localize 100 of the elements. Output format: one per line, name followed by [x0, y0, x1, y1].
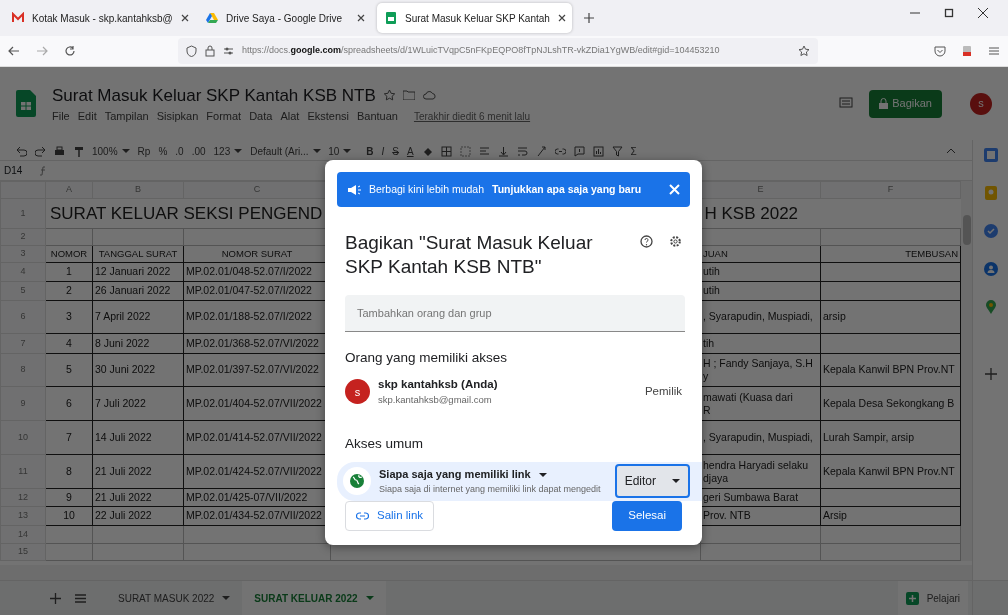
sheet-tab[interactable]: SURAT KELUAR 2022: [242, 581, 386, 615]
table-cell: MP.02.01/047-52.07/I/2022: [186, 284, 312, 297]
table-cell: 7: [66, 430, 72, 443]
table-cell: Prov. NTB: [703, 509, 751, 522]
table-cell: TANGGAL SURAT: [98, 247, 178, 259]
table-cell: 6: [66, 396, 72, 409]
access-description: Siapa saja di internet yang memiliki link dapat mengedit: [379, 482, 601, 496]
table-cell: 12 Januari 2022: [95, 265, 171, 278]
table-cell: 1: [66, 265, 72, 278]
copy-link-button[interactable]: Salin link: [345, 501, 435, 531]
toolbar-button[interactable]: .00: [191, 143, 206, 159]
menu-item[interactable]: Format: [206, 108, 242, 125]
table-cell: 30 Juni 2022: [95, 363, 156, 376]
toolbar-button[interactable]: 100%: [92, 143, 130, 159]
table-cell: Lurah Sampir, arsip: [823, 430, 915, 443]
table-cell: MP.02.01/397-52.07/VI/2022: [186, 363, 319, 376]
table-cell: TEMBUSAN: [905, 247, 958, 259]
toolbar-button[interactable]: Rp: [137, 143, 151, 159]
toolbar-button[interactable]: .0: [175, 143, 184, 159]
user-name: skp kantahksb (Anda): [378, 377, 498, 393]
table-cell: Arsip: [823, 509, 847, 522]
functions-button[interactable]: Σ: [630, 143, 637, 159]
table-cell: , Syarapudin, Muspiadi,: [703, 310, 813, 323]
menu-item[interactable]: Alat: [280, 108, 300, 125]
toolbar-button[interactable]: 123: [213, 143, 243, 159]
menu-item[interactable]: Tampilan: [104, 108, 149, 125]
row-number[interactable]: 10: [0, 420, 46, 455]
sheet-tab[interactable]: SURAT MASUK 2022: [106, 581, 243, 615]
table-cell: MP.02.01/414-52.07/VII/2022: [186, 430, 322, 443]
section-heading: Akses umum: [345, 434, 425, 453]
owner-role: Pemilik: [644, 384, 683, 400]
user-email: skp.kantahksb@gmail.com: [378, 393, 493, 408]
table-cell: utih: [703, 284, 720, 297]
table-cell-text: hendra Haryadi selaku djaya: [703, 458, 810, 485]
table-cell: MP.02.01/424-52.07/VII/2022: [186, 464, 322, 477]
role-dropdown[interactable]: Editor: [614, 464, 690, 499]
document-title[interactable]: Surat Masuk Keluar SKP Kantah KSB NTB: [52, 82, 376, 108]
table-cell: MP.02.01/434-52.07/VII/2022: [186, 509, 322, 522]
table-cell: 9: [66, 490, 72, 503]
table-cell: 21 Juli 2022: [95, 490, 152, 503]
table-cell: arsip: [823, 310, 846, 323]
table-cell: MP.02.01/048-52.07/I/2022: [186, 265, 312, 278]
row-number[interactable]: 11: [0, 454, 46, 489]
name-box[interactable]: D14: [4, 163, 23, 178]
table-cell: Kepala Desa Sekongkang B: [823, 396, 955, 409]
sheet-title: SURAT KELUAR SEKSI PENGEND: [50, 203, 323, 223]
table-cell: 8 Juni 2022: [95, 336, 150, 349]
share-button[interactable]: Bagikan: [869, 89, 942, 118]
toolbar-button[interactable]: B: [366, 143, 374, 159]
toolbar-button[interactable]: %: [158, 143, 168, 159]
toolbar-button[interactable]: 10: [328, 143, 359, 159]
table-cell: MP.02.01/368-52.07/VI/2022: [186, 336, 319, 349]
table-cell: 7 April 2022: [95, 310, 151, 323]
done-button[interactable]: Selesai: [612, 501, 682, 531]
menu-item[interactable]: Ekstensi: [307, 108, 349, 125]
table-cell: MP.02.01/404-52.07/VII/2022: [186, 396, 322, 409]
table-cell: 3: [66, 310, 72, 323]
access-dropdown[interactable]: Siapa saja yang memiliki link: [379, 466, 601, 483]
table-cell-text: H ; Fandy Sanjaya, S.H y: [703, 357, 814, 383]
menu-item[interactable]: File: [52, 108, 70, 125]
table-cell: 22 Juli 2022: [95, 509, 152, 522]
table-cell: MP.02.01/425-07/VII/2022: [186, 490, 308, 503]
dialog-title: Bagikan "Surat Masuk Keluar SKP Kantah KSB NTB": [345, 231, 594, 279]
menu-item[interactable]: Bantuan: [356, 108, 398, 125]
table-cell: 14 Juli 2022: [95, 430, 152, 443]
table-cell: JUAN: [703, 247, 728, 259]
banner-text: Berbagi kini lebih mudah: [369, 181, 484, 197]
toolbar-button[interactable]: A: [406, 143, 414, 159]
table-cell: NOMOR: [50, 247, 88, 259]
menu-item[interactable]: Sisipkan: [156, 108, 199, 125]
account-avatar[interactable]: s: [970, 92, 992, 115]
table-cell: , Syarapudin, Muspiadi,: [703, 430, 813, 443]
table-cell: 5: [66, 363, 72, 376]
menu-item[interactable]: Edit: [77, 108, 97, 125]
table-cell: Kepala Kanwil BPN Prov.NT: [823, 363, 955, 376]
whats-new-link[interactable]: Tunjukkan apa saja yang baru: [492, 181, 642, 198]
add-people-field[interactable]: Tambahkan orang dan grup: [345, 294, 685, 332]
last-edit-link[interactable]: Terakhir diedit 6 menit lalu: [413, 108, 531, 124]
menu-item[interactable]: Data: [249, 108, 273, 125]
toolbar-button[interactable]: S: [392, 143, 399, 159]
toolbar-button[interactable]: I: [381, 143, 385, 159]
table-cell: Kepala Kanwil BPN Prov.NT: [823, 464, 955, 477]
toolbar-button[interactable]: Default (Ari...: [250, 143, 321, 159]
table-cell: utih: [703, 265, 720, 278]
row-number[interactable]: 7: [0, 333, 46, 354]
table-cell: 7 Juli 2022: [95, 396, 146, 409]
table-cell: 4: [66, 336, 72, 349]
browser-tab[interactable]: Kotak Masuk - skp.kantahksb@: [4, 3, 194, 33]
section-heading: Orang yang memiliki akses: [345, 348, 509, 367]
browser-tab[interactable]: Drive Saya - Google Drive: [198, 3, 373, 33]
table-cell: 2: [66, 284, 72, 297]
user-avatar: s: [345, 379, 370, 405]
table-cell-text: mawati (Kuasa dari R: [703, 390, 794, 417]
table-cell: 21 Juli 2022: [95, 464, 152, 477]
table-cell: geri Sumbawa Barat: [703, 490, 799, 503]
explore-button[interactable]: Pelajari: [897, 581, 968, 615]
table-cell: 8: [66, 464, 72, 477]
table-cell: NOMOR SURAT: [221, 247, 293, 259]
browser-tab[interactable]: Surat Masuk Keluar SKP Kantah: [377, 3, 572, 33]
table-cell: tih: [703, 336, 715, 349]
